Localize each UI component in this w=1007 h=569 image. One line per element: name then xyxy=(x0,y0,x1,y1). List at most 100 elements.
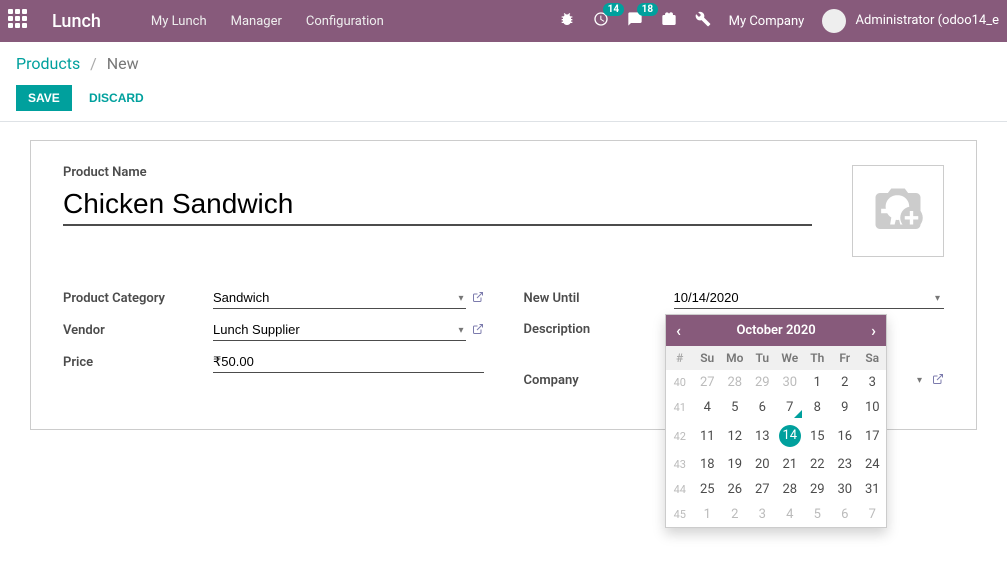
day-cell[interactable]: 3 xyxy=(749,502,777,527)
week-number: 43 xyxy=(666,452,694,477)
day-cell[interactable]: 21 xyxy=(776,452,804,477)
breadcrumb-parent[interactable]: Products xyxy=(16,54,80,73)
day-cell[interactable]: 7 xyxy=(776,395,804,420)
product-name-label: Product Name xyxy=(63,165,812,180)
product-name-input[interactable] xyxy=(63,184,812,226)
day-cell[interactable]: 30 xyxy=(776,370,804,395)
category-field[interactable] xyxy=(213,287,466,309)
apps-icon[interactable] xyxy=(8,9,32,33)
day-cell[interactable]: 23 xyxy=(831,452,859,477)
day-cell[interactable]: 15 xyxy=(804,420,832,452)
day-cell[interactable]: 4 xyxy=(694,395,722,420)
day-cell[interactable]: 27 xyxy=(749,477,777,502)
week-number: 41 xyxy=(666,395,694,420)
company-switcher[interactable]: My Company xyxy=(729,14,805,29)
day-cell[interactable]: 30 xyxy=(831,477,859,502)
new-until-label: New Until xyxy=(524,291,674,306)
week-number: 45 xyxy=(666,502,694,527)
discard-button[interactable]: DISCARD xyxy=(89,91,144,105)
week-header: # xyxy=(666,346,694,370)
next-month-icon[interactable]: › xyxy=(871,321,876,340)
day-cell[interactable]: 22 xyxy=(804,452,832,477)
app-brand[interactable]: Lunch xyxy=(52,11,101,32)
day-cell[interactable]: 29 xyxy=(749,370,777,395)
external-link-icon[interactable] xyxy=(472,323,484,338)
week-number: 42 xyxy=(666,420,694,452)
dow-header: Tu xyxy=(749,346,777,370)
day-cell[interactable]: 5 xyxy=(804,502,832,527)
day-cell[interactable]: 26 xyxy=(721,477,749,502)
day-cell[interactable]: 5 xyxy=(721,395,749,420)
image-upload[interactable] xyxy=(852,165,944,257)
breadcrumb-current: New xyxy=(107,54,139,73)
day-cell[interactable]: 4 xyxy=(776,502,804,527)
day-cell[interactable]: 14 xyxy=(776,420,804,452)
day-cell[interactable]: 19 xyxy=(721,452,749,477)
day-cell[interactable]: 16 xyxy=(831,420,859,452)
dow-header: We xyxy=(776,346,804,370)
day-cell[interactable]: 8 xyxy=(804,395,832,420)
activities-badge: 14 xyxy=(603,3,624,16)
description-label: Description xyxy=(524,322,674,337)
external-link-icon[interactable] xyxy=(472,291,484,306)
nav-my-lunch[interactable]: My Lunch xyxy=(151,14,207,29)
day-cell[interactable]: 20 xyxy=(749,452,777,477)
discuss-badge: 18 xyxy=(637,3,658,16)
day-cell[interactable]: 9 xyxy=(831,395,859,420)
bug-icon[interactable] xyxy=(559,11,575,31)
day-cell[interactable]: 29 xyxy=(804,477,832,502)
datepicker-grid: #SuMoTuWeThFrSa 402728293012341456789104… xyxy=(666,346,886,527)
camera-plus-icon xyxy=(871,184,925,238)
discuss-icon[interactable]: 18 xyxy=(627,11,643,31)
day-cell[interactable]: 7 xyxy=(859,502,887,527)
day-cell[interactable]: 17 xyxy=(859,420,887,452)
day-cell[interactable]: 13 xyxy=(749,420,777,452)
datepicker: ‹ October 2020 › #SuMoTuWeThFrSa 4027282… xyxy=(665,314,887,528)
nav-links: My Lunch Manager Configuration xyxy=(151,14,384,29)
dow-header: Sa xyxy=(859,346,887,370)
day-cell[interactable]: 18 xyxy=(694,452,722,477)
day-cell[interactable]: 11 xyxy=(694,420,722,452)
day-cell[interactable]: 2 xyxy=(721,502,749,527)
day-cell[interactable]: 31 xyxy=(859,477,887,502)
vendor-label: Vendor xyxy=(63,323,213,338)
top-nav: Lunch My Lunch Manager Configuration 14 … xyxy=(0,0,1007,42)
week-number: 44 xyxy=(666,477,694,502)
save-button[interactable]: SAVE xyxy=(16,85,72,111)
week-number: 40 xyxy=(666,370,694,395)
dow-header: Th xyxy=(804,346,832,370)
category-label: Product Category xyxy=(63,291,213,306)
new-until-field[interactable] xyxy=(674,287,945,309)
day-cell[interactable]: 28 xyxy=(721,370,749,395)
price-label: Price xyxy=(63,355,213,370)
avatar-icon xyxy=(822,9,846,33)
dow-header: Mo xyxy=(721,346,749,370)
dow-header: Fr xyxy=(831,346,859,370)
vendor-field[interactable] xyxy=(213,319,466,341)
day-cell[interactable]: 24 xyxy=(859,452,887,477)
day-cell[interactable]: 25 xyxy=(694,477,722,502)
nav-manager[interactable]: Manager xyxy=(231,14,282,29)
external-link-icon[interactable] xyxy=(932,373,944,388)
day-cell[interactable]: 2 xyxy=(831,370,859,395)
breadcrumb: Products / New xyxy=(16,54,991,73)
day-cell[interactable]: 1 xyxy=(804,370,832,395)
datepicker-title[interactable]: October 2020 xyxy=(736,323,815,338)
nav-configuration[interactable]: Configuration xyxy=(306,14,384,29)
day-cell[interactable]: 12 xyxy=(721,420,749,452)
day-cell[interactable]: 1 xyxy=(694,502,722,527)
day-cell[interactable]: 27 xyxy=(694,370,722,395)
prev-month-icon[interactable]: ‹ xyxy=(676,321,681,340)
day-cell[interactable]: 6 xyxy=(749,395,777,420)
price-field[interactable] xyxy=(213,351,484,373)
gift-icon[interactable] xyxy=(661,11,677,31)
user-name: Administrator (odoo14_e xyxy=(856,13,999,28)
user-menu[interactable]: Administrator (odoo14_e xyxy=(822,9,999,33)
activities-icon[interactable]: 14 xyxy=(593,11,609,31)
day-cell[interactable]: 28 xyxy=(776,477,804,502)
day-cell[interactable]: 10 xyxy=(859,395,887,420)
tools-icon[interactable] xyxy=(695,11,711,31)
day-cell[interactable]: 3 xyxy=(859,370,887,395)
control-panel: Products / New SAVE DISCARD xyxy=(0,42,1007,122)
day-cell[interactable]: 6 xyxy=(831,502,859,527)
